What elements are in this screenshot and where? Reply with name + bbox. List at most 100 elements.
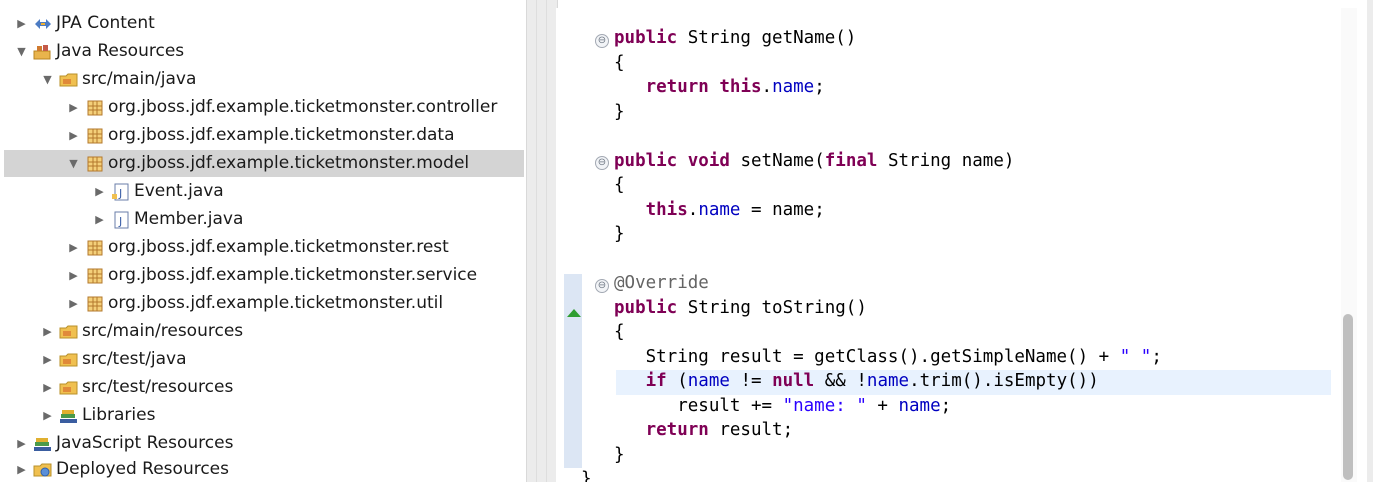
tree-item-label: src/test/java (82, 349, 187, 369)
code-line[interactable]: { (614, 320, 625, 345)
code-line[interactable]: } (614, 100, 625, 125)
tree-item-label: JPA Content (56, 13, 155, 33)
tree-item-label: src/main/java (82, 69, 197, 89)
tree-item-jpa-content[interactable]: ▶ JPA Content (4, 10, 524, 37)
collapsed-arrow-icon[interactable]: ▶ (42, 353, 53, 366)
tree-item-package-controller[interactable]: ▶ org.jboss.jdf.example.ticketmonster.co… (4, 94, 524, 121)
code-line[interactable]: if (name != null && !name.trim().isEmpty… (614, 369, 1099, 394)
code-line[interactable]: this.name = name; (614, 198, 825, 223)
tree-item-label: org.jboss.jdf.example.ticketmonster.rest (108, 237, 449, 257)
pane-splitter[interactable] (526, 0, 558, 482)
code-line[interactable]: result += "name: " + name; (614, 394, 951, 419)
scrollbar-thumb[interactable] (1343, 314, 1353, 480)
keyword-token: if (645, 371, 667, 391)
code-line[interactable]: String result = getClass().getSimpleName… (614, 345, 1162, 370)
collapsed-arrow-icon[interactable]: ▶ (68, 241, 79, 254)
collapsed-arrow-icon[interactable]: ▶ (94, 213, 105, 226)
code-line[interactable]: public String getName() (614, 26, 856, 51)
source-folder-icon (59, 351, 79, 369)
java-file-icon: J (111, 183, 131, 201)
tree-item-label: Member.java (134, 209, 244, 229)
tree-item-deployed-resources[interactable]: ▶ Deployed Resources (4, 456, 524, 482)
code-token: ; (814, 77, 825, 97)
collapsed-arrow-icon[interactable]: ▶ (16, 463, 27, 476)
package-icon (85, 127, 105, 145)
tree-item-member-java[interactable]: ▶ J Member.java (4, 206, 524, 233)
code-line[interactable]: return result; (614, 418, 794, 443)
code-token: + (866, 395, 899, 416)
code-line[interactable]: return this.name; (614, 75, 825, 100)
code-line[interactable]: { (614, 51, 625, 76)
code-token: String toString() (677, 297, 867, 318)
tree-item-javascript-resources[interactable]: ▶ JavaScript Resources (4, 430, 524, 457)
tree-item-package-data[interactable]: ▶ org.jboss.jdf.example.ticketmonster.da… (4, 122, 524, 149)
fold-toggle-icon[interactable]: ⊖ (595, 34, 609, 48)
string-token: " " (1119, 346, 1152, 367)
collapsed-arrow-icon[interactable]: ▶ (16, 17, 27, 30)
window-edge (1367, 0, 1373, 482)
collapsed-arrow-icon[interactable]: ▶ (42, 409, 53, 422)
expanded-arrow-icon[interactable]: ▼ (16, 45, 27, 58)
quick-diff-bar (564, 274, 582, 468)
java-file-icon: J (111, 211, 131, 229)
collapsed-arrow-icon[interactable]: ▶ (94, 185, 105, 198)
code-line[interactable]: public void setName(final String name) (614, 149, 1014, 174)
code-line[interactable]: public String toString() (614, 296, 867, 321)
fold-toggle-icon[interactable]: ⊖ (595, 279, 609, 293)
collapsed-arrow-icon[interactable]: ▶ (68, 129, 79, 142)
code-token: String getName() (677, 28, 857, 48)
keyword-token: return (645, 420, 709, 440)
code-editor[interactable]: ⊖ ⊖ ⊖ public String getName(){ return th… (556, 8, 1367, 482)
tree-item-package-util[interactable]: ▶ org.jboss.jdf.example.ticketmonster.ut… (4, 290, 524, 317)
svg-text:J: J (118, 215, 122, 228)
code-line[interactable]: } (581, 467, 592, 482)
expanded-arrow-icon[interactable]: ▼ (42, 73, 53, 86)
collapsed-arrow-icon[interactable]: ▶ (42, 325, 53, 338)
collapsed-arrow-icon[interactable]: ▶ (68, 269, 79, 282)
tree-item-package-model[interactable]: ▼ org.jboss.jdf.example.ticketmonster.mo… (4, 150, 524, 177)
expanded-arrow-icon[interactable]: ▼ (68, 157, 79, 170)
collapsed-arrow-icon[interactable]: ▶ (16, 437, 27, 450)
tree-item-src-main-resources[interactable]: ▶ src/main/resources (4, 318, 524, 345)
tree-item-package-service[interactable]: ▶ org.jboss.jdf.example.ticketmonster.se… (4, 262, 524, 289)
tree-item-package-rest[interactable]: ▶ org.jboss.jdf.example.ticketmonster.re… (4, 234, 524, 261)
code-token: . (687, 199, 699, 220)
tree-item-label: Java Resources (56, 41, 185, 61)
fold-toggle-icon[interactable]: ⊖ (595, 156, 609, 170)
project-explorer: ▶ JPA Content ▼ Java Resources ▼ src/mai… (0, 0, 526, 482)
tree-item-src-test-resources[interactable]: ▶ src/test/resources (4, 374, 524, 401)
tree-item-libraries[interactable]: ▶ Libraries (4, 402, 524, 429)
code-token: ; (1151, 346, 1162, 367)
tree-item-label: JavaScript Resources (56, 433, 234, 453)
field-token: name (772, 77, 815, 97)
tree-item-java-resources[interactable]: ▼ Java Resources (4, 38, 524, 65)
collapsed-arrow-icon[interactable]: ▶ (68, 101, 79, 114)
tree-item-event-java[interactable]: ▶ J Event.java (4, 178, 524, 205)
tree-item-label: Deployed Resources (56, 459, 229, 479)
tree-item-src-test-java[interactable]: ▶ src/test/java (4, 346, 524, 373)
collapsed-arrow-icon[interactable]: ▶ (42, 381, 53, 394)
override-marker-icon[interactable] (567, 309, 581, 317)
tree-item-label: Libraries (82, 405, 156, 425)
keyword-token: public (614, 28, 678, 48)
source-folder-icon (59, 379, 79, 397)
source-folder-icon (59, 323, 79, 341)
jpa-content-icon (33, 15, 53, 33)
code-line[interactable]: @Override (614, 271, 709, 296)
code-line[interactable]: { (614, 173, 625, 198)
code-line[interactable]: } (614, 222, 625, 247)
tree-item-label: src/main/resources (82, 321, 244, 341)
code-token: } (581, 469, 592, 482)
tree-item-src-main-java[interactable]: ▼ src/main/java (4, 66, 524, 93)
keyword-token: this (645, 199, 688, 220)
collapsed-arrow-icon[interactable]: ▶ (68, 297, 79, 310)
string-token: "name: " (782, 395, 867, 416)
code-line[interactable]: } (614, 443, 625, 468)
java-resources-icon (33, 43, 53, 61)
code-token: setName( (729, 150, 825, 171)
package-icon (85, 295, 105, 313)
